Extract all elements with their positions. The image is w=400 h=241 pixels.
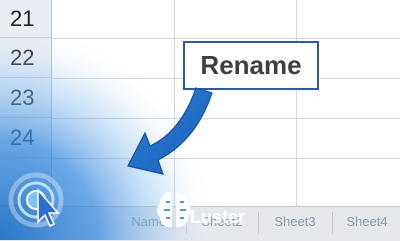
grid-line	[52, 158, 400, 159]
row-number: 22	[10, 44, 35, 70]
row-header-25[interactable]	[0, 158, 52, 206]
row-number: 21	[10, 5, 35, 31]
row-number: 23	[10, 84, 35, 110]
callout-label: Rename	[200, 50, 302, 80]
row-header-23[interactable]: 23	[0, 78, 52, 118]
sheet-tab-names[interactable]: Names	[120, 208, 184, 236]
grid-line	[174, 0, 175, 210]
row-header-24[interactable]: 24	[0, 118, 52, 158]
logo-text-luster: Luster	[190, 207, 246, 227]
logo-text-mind: Mind	[190, 188, 232, 208]
row-header-21[interactable]: 21	[0, 0, 52, 38]
row-header-22[interactable]: 22	[0, 38, 52, 78]
grid-line	[52, 118, 400, 119]
tab-divider	[258, 212, 259, 234]
tab-divider	[332, 212, 333, 234]
grid-line	[52, 38, 400, 39]
rename-callout: Rename	[183, 41, 319, 90]
sheet-tab-sheet3[interactable]: Sheet3	[262, 208, 328, 236]
row-number: 24	[10, 124, 35, 150]
sheet-tab-sheet4[interactable]: Sheet4	[336, 208, 398, 236]
grid-line	[296, 0, 297, 210]
tab-divider	[186, 212, 187, 234]
